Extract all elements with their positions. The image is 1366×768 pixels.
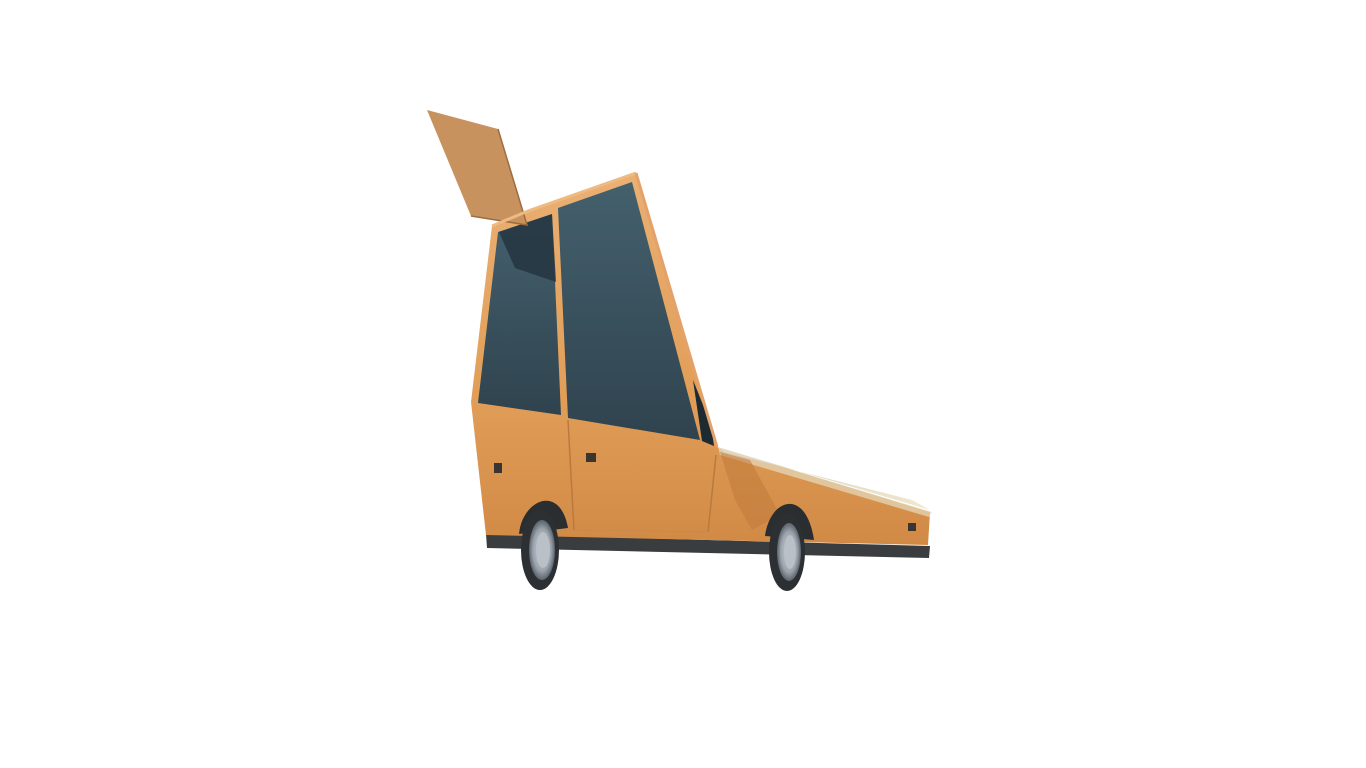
rear-door-handle <box>494 463 502 473</box>
front-door-handle <box>586 453 596 462</box>
front-marker-light <box>908 523 916 531</box>
game-viewport[interactable] <box>0 0 1366 768</box>
lifted-roof-flap[interactable] <box>427 110 527 225</box>
rear-wheel <box>521 510 559 590</box>
front-window <box>558 182 700 440</box>
car-scene <box>427 110 932 591</box>
front-wheel <box>769 513 805 591</box>
